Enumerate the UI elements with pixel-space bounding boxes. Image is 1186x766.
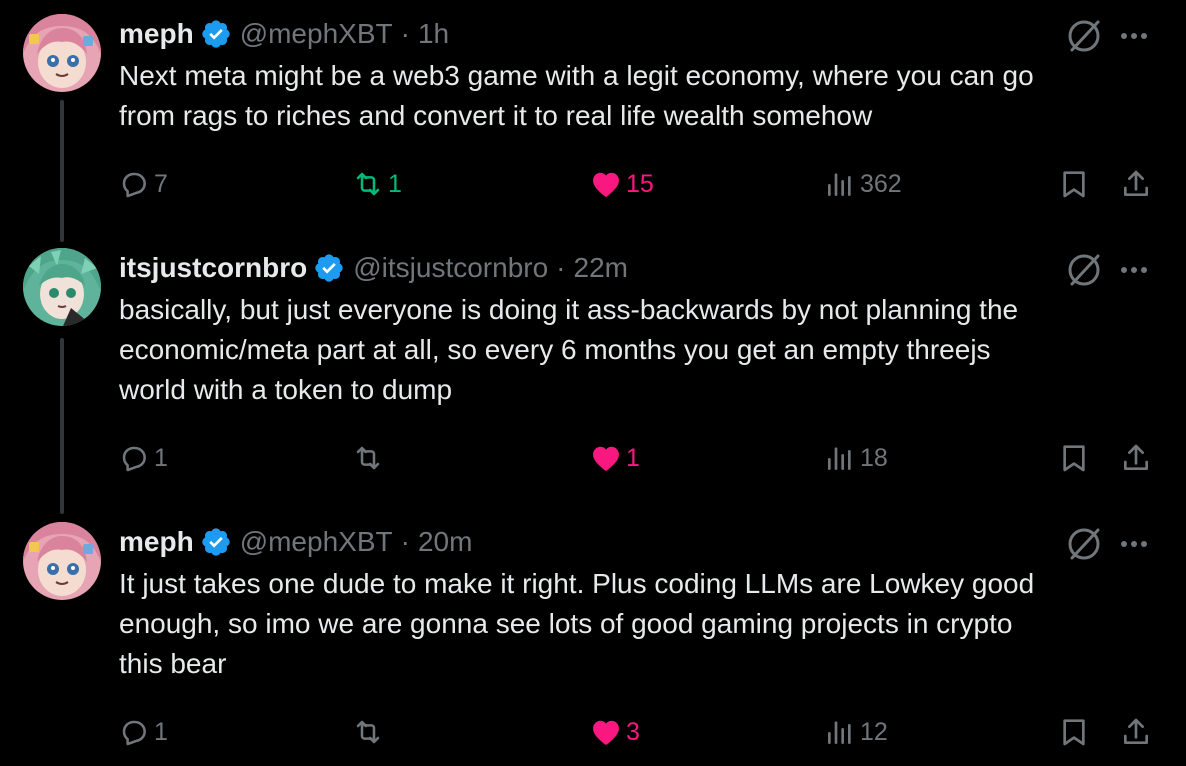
grok-icon[interactable] [1064, 16, 1104, 56]
separator-dot: · [556, 252, 566, 283]
avatar[interactable] [23, 14, 101, 92]
handle[interactable]: @itsjustcornbro [353, 252, 548, 284]
views-icon [828, 447, 851, 470]
bookmark-icon [1063, 445, 1085, 472]
share-button[interactable] [1120, 712, 1152, 752]
like-count: 15 [626, 169, 654, 198]
bookmark-icon [1063, 171, 1085, 198]
more-icon[interactable] [1114, 16, 1154, 56]
reply-count: 1 [154, 443, 168, 472]
verified-badge-icon [200, 18, 232, 50]
share-icon [1124, 718, 1148, 744]
share-button[interactable] [1120, 164, 1152, 204]
like-count: 1 [626, 443, 640, 472]
avatar[interactable] [23, 522, 101, 600]
tweet-header: itsjustcornbro @itsjustcornbro · 22m [119, 248, 628, 288]
reply-count: 1 [154, 717, 168, 746]
like-button[interactable]: 3 [590, 712, 640, 752]
share-button[interactable] [1120, 438, 1152, 478]
more-icon[interactable] [1114, 250, 1154, 290]
more-icon[interactable] [1114, 524, 1154, 564]
grok-icon[interactable] [1064, 250, 1104, 290]
timestamp[interactable]: 20m [418, 526, 472, 558]
reply-button[interactable]: 7 [118, 164, 168, 204]
reply-icon [122, 720, 146, 746]
action-bar: 1 3 12 [0, 712, 1186, 752]
reply-button[interactable]: 1 [118, 712, 168, 752]
retweet-icon [356, 720, 380, 744]
tweet-header: meph @mephXBT · 20m [119, 522, 472, 562]
separator-dot: · [400, 526, 410, 557]
action-bar: 7 1 15 362 [0, 164, 1186, 204]
heart-icon [593, 720, 619, 745]
display-name[interactable]: meph [119, 18, 194, 50]
reply-button[interactable]: 1 [118, 438, 168, 478]
view-count: 18 [860, 443, 888, 472]
retweet-icon [356, 172, 380, 196]
separator-dot: · [400, 18, 410, 49]
retweet-button[interactable] [352, 712, 388, 752]
action-bar: 1 1 18 [0, 438, 1186, 478]
bookmark-button[interactable] [1058, 164, 1090, 204]
handle[interactable]: @mephXBT [240, 18, 393, 50]
like-button[interactable]: 15 [590, 164, 654, 204]
avatar-green-hair-image [23, 248, 101, 326]
retweet-button[interactable] [352, 438, 388, 478]
handle[interactable]: @mephXBT [240, 526, 393, 558]
tweet-text: It just takes one dude to make it right.… [119, 568, 1035, 679]
tweet-header: meph @mephXBT · 1h [119, 14, 449, 54]
bookmark-button[interactable] [1058, 712, 1090, 752]
reply-icon [122, 446, 146, 472]
timestamp[interactable]: 22m [574, 252, 628, 284]
tweet[interactable]: itsjustcornbro @itsjustcornbro · 22m bas… [0, 248, 1186, 498]
like-button[interactable]: 1 [590, 438, 640, 478]
bookmark-icon [1063, 719, 1085, 746]
share-icon [1124, 170, 1148, 196]
tweet[interactable]: meph @mephXBT · 1h Next meta might be a … [0, 14, 1186, 224]
retweet-icon [356, 446, 380, 470]
retweet-count: 1 [388, 169, 402, 198]
avatar[interactable] [23, 248, 101, 326]
share-icon [1124, 444, 1148, 470]
avatar-pink-hair-image [23, 14, 101, 92]
display-name[interactable]: itsjustcornbro [119, 252, 307, 284]
bookmark-button[interactable] [1058, 438, 1090, 478]
grok-icon[interactable] [1064, 524, 1104, 564]
tweet-text: Next meta might be a web3 game with a le… [119, 60, 1034, 131]
retweet-button[interactable]: 1 [352, 164, 402, 204]
timestamp[interactable]: 1h [418, 18, 449, 50]
view-count: 362 [860, 169, 902, 198]
heart-icon [593, 172, 619, 197]
views-icon [828, 721, 851, 744]
display-name[interactable]: meph [119, 526, 194, 558]
views-icon [828, 173, 851, 196]
heart-icon [593, 446, 619, 471]
views-button[interactable]: 362 [824, 164, 902, 204]
avatar-pink-hair-image [23, 522, 101, 600]
view-count: 12 [860, 717, 888, 746]
reply-count: 7 [154, 169, 168, 198]
like-count: 3 [626, 717, 640, 746]
tweet[interactable]: meph @mephXBT · 20m It just takes one du… [0, 522, 1186, 762]
views-button[interactable]: 18 [824, 438, 888, 478]
views-button[interactable]: 12 [824, 712, 888, 752]
verified-badge-icon [200, 526, 232, 558]
tweet-text: basically, but just everyone is doing it… [119, 294, 1019, 405]
reply-icon [122, 172, 146, 198]
verified-badge-icon [313, 252, 345, 284]
